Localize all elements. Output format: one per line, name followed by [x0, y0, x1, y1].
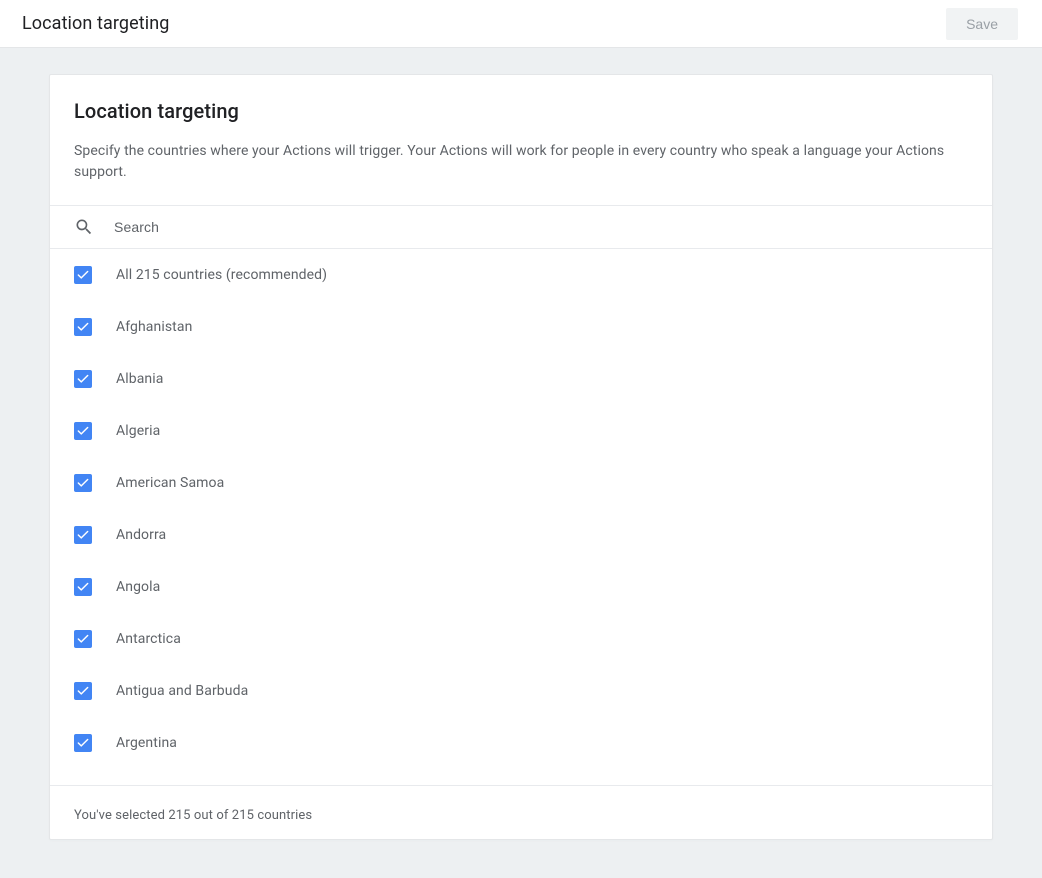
list-item-label: American Samoa	[116, 475, 224, 491]
check-icon	[76, 320, 90, 334]
list-item[interactable]: Andorra	[50, 509, 992, 561]
location-targeting-card: Location targeting Specify the countries…	[49, 74, 993, 840]
card-title: Location targeting	[74, 99, 968, 123]
list-item[interactable]: American Samoa	[50, 457, 992, 509]
save-button[interactable]: Save	[946, 8, 1018, 40]
checkbox[interactable]	[74, 474, 92, 492]
checkbox[interactable]	[74, 370, 92, 388]
list-item-label: Algeria	[116, 423, 160, 439]
list-item-label: All 215 countries (recommended)	[116, 267, 327, 283]
check-icon	[76, 632, 90, 646]
check-icon	[76, 684, 90, 698]
search-input[interactable]	[114, 219, 968, 235]
check-icon	[76, 476, 90, 490]
list-item-label: Angola	[116, 579, 160, 595]
checkbox[interactable]	[74, 682, 92, 700]
card-footer: You've selected 215 out of 215 countries	[50, 785, 992, 839]
list-item[interactable]: Antigua and Barbuda	[50, 665, 992, 717]
list-item-all-countries[interactable]: All 215 countries (recommended)	[50, 249, 992, 301]
list-item[interactable]: Argentina	[50, 717, 992, 769]
checkbox[interactable]	[74, 734, 92, 752]
list-item[interactable]: Antarctica	[50, 613, 992, 665]
check-icon	[76, 372, 90, 386]
topbar: Location targeting Save	[0, 0, 1042, 48]
checkbox[interactable]	[74, 578, 92, 596]
list-item[interactable]	[50, 769, 992, 785]
checkbox[interactable]	[74, 266, 92, 284]
country-list[interactable]: All 215 countries (recommended) Afghanis…	[50, 249, 992, 785]
check-icon	[76, 736, 90, 750]
list-item-label: Argentina	[116, 735, 177, 751]
check-icon	[76, 424, 90, 438]
checkbox[interactable]	[74, 630, 92, 648]
content: Location targeting Specify the countries…	[0, 48, 1042, 866]
page-title: Location targeting	[22, 13, 170, 34]
list-item-label: Afghanistan	[116, 319, 192, 335]
check-icon	[76, 528, 90, 542]
list-item-label: Antarctica	[116, 631, 181, 647]
check-icon	[76, 580, 90, 594]
list-item[interactable]: Afghanistan	[50, 301, 992, 353]
list-item[interactable]: Algeria	[50, 405, 992, 457]
checkbox[interactable]	[74, 422, 92, 440]
selection-status: You've selected 215 out of 215 countries	[74, 808, 312, 823]
list-item-label: Antigua and Barbuda	[116, 683, 248, 699]
checkbox[interactable]	[74, 318, 92, 336]
list-item[interactable]: Angola	[50, 561, 992, 613]
list-item[interactable]: Albania	[50, 353, 992, 405]
check-icon	[76, 268, 90, 282]
list-item-label: Andorra	[116, 527, 166, 543]
card-header: Location targeting Specify the countries…	[50, 75, 992, 205]
card-description: Specify the countries where your Actions…	[74, 141, 968, 183]
search-icon	[74, 217, 94, 237]
list-item-label: Albania	[116, 371, 163, 387]
checkbox[interactable]	[74, 526, 92, 544]
search-row	[50, 205, 992, 249]
